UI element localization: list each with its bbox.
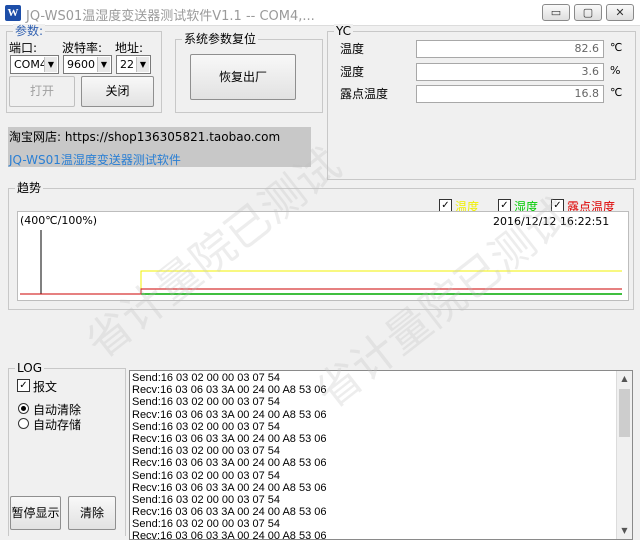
addr-label: 地址:	[115, 41, 144, 55]
app-logo-icon: W	[5, 5, 21, 21]
minimize-button[interactable]: ▭	[542, 4, 570, 21]
chevron-down-icon: ▼	[136, 57, 149, 72]
log-line: Send:16 03 02 00 00 03 07 54	[132, 445, 281, 458]
log-line: Send:16 03 02 00 00 03 07 54	[132, 469, 281, 482]
log-line: Recv:16 03 06 03 3A 00 24 00 A8 53 06	[132, 457, 327, 470]
log-line: Send:16 03 02 00 00 03 07 54	[132, 396, 281, 409]
trend-chart: (400℃/100%) 2016/12/12 16:22:51	[17, 211, 629, 301]
log-line: Recv:16 03 06 03 3A 00 24 00 A8 53 06	[132, 506, 327, 519]
scroll-down-arrow-icon[interactable]: ▼	[617, 523, 632, 539]
log-line: Recv:16 03 06 03 3A 00 24 00 A8 53 06	[132, 432, 327, 445]
params-group-title: 参数:	[13, 24, 46, 38]
reset-group-title: 系统参数复位	[182, 32, 259, 46]
log-line: Recv:16 03 06 03 3A 00 24 00 A8 53 06	[132, 481, 327, 494]
open-port-button[interactable]: 打开	[9, 76, 75, 107]
temperature-series-line	[140, 270, 622, 291]
log-line: Send:16 03 02 00 00 03 07 54	[132, 372, 281, 384]
trend-plot-svg	[20, 230, 622, 295]
port-label: 端口:	[9, 41, 38, 55]
message-checkbox[interactable]: ✓	[17, 379, 30, 392]
log-textarea[interactable]: Send:16 03 02 00 00 03 07 54 Recv:16 03 …	[129, 370, 633, 540]
log-line: Recv:16 03 06 03 3A 00 24 00 A8 53 06	[132, 384, 327, 397]
clear-log-button[interactable]: 清除	[68, 496, 116, 530]
port-select-value: COM4	[14, 58, 47, 71]
chevron-down-icon: ▼	[44, 57, 57, 72]
log-group-title: LOG	[15, 361, 45, 375]
temperature-readout: 82.6	[416, 40, 604, 58]
auto-save-label: 自动存储	[33, 418, 82, 432]
dewpoint-readout: 16.8	[416, 85, 604, 103]
title-bar: W JQ-WS01温湿度变送器测试软件V1.1 -- COM4,... ▭ ▢ …	[0, 0, 640, 26]
pause-display-button[interactable]: 暂停显示	[10, 496, 61, 530]
humidity-label: 湿度	[340, 65, 365, 79]
message-checkbox-label: 报文	[33, 380, 58, 394]
chevron-down-icon: ▼	[97, 57, 110, 72]
close-window-button[interactable]: ✕	[606, 4, 634, 21]
log-line: Send:16 03 02 00 00 03 07 54	[132, 420, 281, 433]
baud-label: 波特率:	[62, 41, 103, 55]
log-lines: Send:16 03 02 00 00 03 07 54 Recv:16 03 …	[132, 372, 616, 540]
log-scrollbar[interactable]: ▲ ▼	[616, 371, 632, 539]
log-line: Send:16 03 02 00 00 03 07 54	[132, 518, 281, 531]
shop-software-link[interactable]: JQ-WS01温湿度变送器测试软件	[9, 151, 181, 168]
dewpoint-label: 露点温度	[340, 87, 389, 101]
baud-select-value: 9600	[67, 58, 95, 71]
port-select[interactable]: COM4 ▼	[10, 55, 59, 74]
addr-select-value: 22	[120, 58, 134, 71]
dewpoint-unit: ℃	[610, 86, 623, 99]
shop-url-text: 淘宝网店: https://shop136305821.taobao.com	[9, 130, 281, 144]
window-title: JQ-WS01温湿度变送器测试软件V1.1 -- COM4,...	[26, 9, 315, 24]
log-line: Send:16 03 02 00 00 03 07 54	[132, 493, 281, 506]
log-line: Recv:16 03 06 03 3A 00 24 00 A8 53 06	[132, 408, 327, 421]
addr-select[interactable]: 22 ▼	[116, 55, 151, 74]
trend-group-title: 趋势	[15, 181, 44, 195]
log-line: Recv:16 03 06 03 3A 00 24 00 A8 53 06	[132, 530, 327, 540]
baud-select[interactable]: 9600 ▼	[63, 55, 112, 74]
close-port-button[interactable]: 关闭	[81, 76, 154, 107]
auto-clear-radio[interactable]	[18, 403, 29, 414]
scroll-thumb[interactable]	[619, 389, 630, 437]
scroll-up-arrow-icon[interactable]: ▲	[617, 371, 632, 387]
humidity-readout: 3.6	[416, 63, 604, 81]
auto-save-radio[interactable]	[18, 418, 29, 429]
maximize-button[interactable]: ▢	[574, 4, 602, 21]
temperature-label: 温度	[340, 42, 365, 56]
humidity-unit: %	[610, 64, 621, 77]
temperature-unit: ℃	[610, 41, 623, 54]
yc-group-title: YC	[334, 24, 354, 38]
factory-reset-button[interactable]: 恢复出厂	[190, 54, 296, 100]
